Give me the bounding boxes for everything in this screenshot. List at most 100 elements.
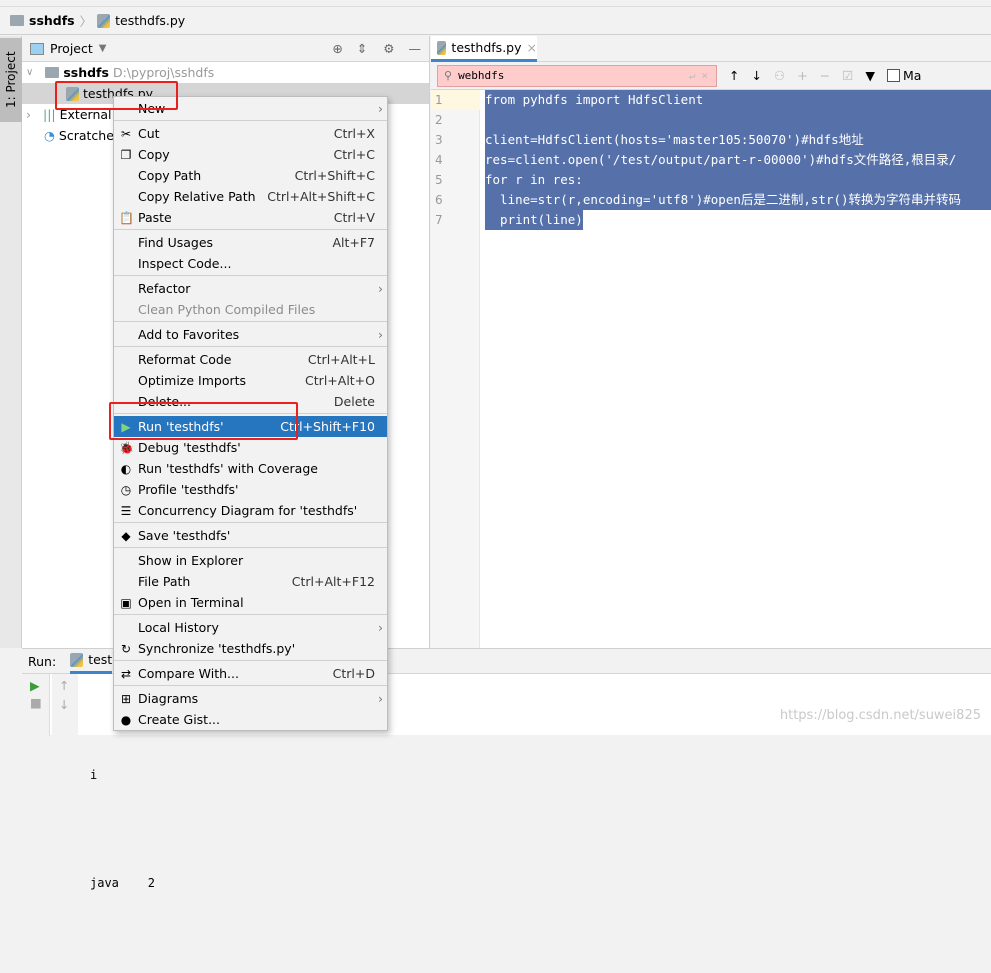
line-number: 1 — [431, 90, 480, 110]
menu-item-save-testhdfs[interactable]: ◆ Save 'testhdfs' — [114, 525, 387, 546]
project-tool-tab-label: 1: Project — [4, 51, 18, 109]
chevron-right-icon: › — [378, 327, 383, 342]
checkbox-icon[interactable] — [887, 69, 900, 82]
menu-item-label: File Path — [138, 574, 191, 589]
code-area[interactable]: from pyhdfs import HdfsClient client=Hdf… — [485, 90, 991, 230]
menu-item-label: Copy Relative Path — [138, 189, 256, 204]
menu-item-optimize-imports[interactable]: Optimize Imports Ctrl+Alt+O — [114, 370, 387, 391]
menu-item-concurrency-diagram-for-testhdfs[interactable]: ☰ Concurrency Diagram for 'testhdfs' — [114, 500, 387, 521]
run-tab[interactable]: test — [70, 649, 113, 674]
search-icon[interactable]: ⚲ — [444, 69, 452, 82]
menu-item-label: Debug 'testhdfs' — [138, 440, 241, 455]
search-input[interactable]: ⚲ webhdfs ↵ × — [437, 64, 717, 87]
code-line[interactable] — [485, 110, 991, 130]
root-path: D:\pyproj\sshdfs — [112, 65, 215, 80]
tab-label: testhdfs.py — [451, 40, 522, 55]
gear-icon[interactable]: ⚙ — [383, 41, 394, 56]
locate-icon[interactable]: ⊕ — [332, 41, 342, 56]
code-line[interactable]: for r in res: — [485, 170, 991, 190]
watermark: https://blog.csdn.net/suwei825 — [779, 708, 981, 723]
menu-item-shortcut: Ctrl+C — [333, 147, 375, 162]
select-all-occurrences-icon[interactable]: ☑ — [842, 68, 853, 83]
find-all-icon[interactable]: ⚇ — [774, 68, 785, 83]
menu-item-open-in-terminal[interactable]: ▣ Open in Terminal — [114, 592, 387, 613]
menu-item-label: Diagrams — [138, 691, 199, 706]
menu-item-local-history[interactable]: Local History › — [114, 617, 387, 638]
project-panel-header: Project ▼ ⊕ ⇕ ⚙ — — [22, 36, 429, 62]
chevron-down-icon[interactable]: ▼ — [99, 43, 107, 54]
cut-icon: ✂ — [120, 127, 132, 141]
menu-item-label: Profile 'testhdfs' — [138, 482, 239, 497]
stop-icon[interactable]: ■ — [22, 693, 49, 710]
previous-occurrence-icon[interactable]: ↑ — [729, 68, 739, 83]
python-icon: ◆ — [121, 529, 131, 543]
search-value: webhdfs — [458, 69, 505, 82]
menu-item-copy[interactable]: ❐ Copy Ctrl+C — [114, 144, 387, 165]
add-selection-icon[interactable]: + — [797, 68, 807, 83]
minimize-icon[interactable]: — — [409, 41, 422, 56]
menu-item-label: Show in Explorer — [138, 553, 244, 568]
menu-item-paste[interactable]: 📋 Paste Ctrl+V — [114, 207, 387, 228]
code-line[interactable]: line=str(r,encoding='utf8')#open后是二进制,st… — [485, 190, 991, 210]
breadcrumb-project[interactable]: sshdfs — [29, 13, 75, 28]
menu-item-label: Create Gist... — [138, 712, 221, 727]
menu-item-label: Find Usages — [138, 235, 214, 250]
collapse-all-icon[interactable]: ⇕ — [357, 41, 367, 56]
clear-icon[interactable]: × — [701, 69, 708, 82]
menu-item-reformat-code[interactable]: Reformat Code Ctrl+Alt+L — [114, 349, 387, 370]
newline-icon[interactable]: ↵ — [689, 69, 696, 82]
coverage-icon: ◐ — [120, 462, 132, 476]
code-line[interactable]: print(line) — [485, 210, 583, 230]
code-line[interactable]: from pyhdfs import HdfsClient — [485, 90, 991, 110]
menu-item-label: Concurrency Diagram for 'testhdfs' — [138, 503, 358, 518]
filter-icon[interactable]: ▼ — [865, 68, 875, 83]
menu-item-compare-with[interactable]: ⇄ Compare With... Ctrl+D — [114, 663, 387, 684]
code-line[interactable]: client=HdfsClient(hosts='master105:50070… — [485, 130, 991, 150]
run-label: Run: — [28, 653, 57, 669]
menu-item-copy-path[interactable]: Copy Path Ctrl+Shift+C — [114, 165, 387, 186]
menu-item-profile-testhdfs[interactable]: ◷ Profile 'testhdfs' — [114, 479, 387, 500]
remove-selection-icon[interactable]: − — [820, 68, 830, 83]
sync-icon: ↻ — [120, 642, 132, 656]
run-icon[interactable]: ▶ — [22, 674, 49, 693]
menu-item-label: Clean Python Compiled Files — [138, 302, 316, 317]
menu-item-refactor[interactable]: Refactor › — [114, 278, 387, 299]
chevron-right-icon: 〉 — [79, 14, 93, 29]
down-icon[interactable]: ↓ — [52, 693, 78, 712]
breadcrumb-file[interactable]: testhdfs.py — [115, 13, 185, 28]
menu-item-run-testhdfs-with-coverage[interactable]: ◐ Run 'testhdfs' with Coverage — [114, 458, 387, 479]
code-line[interactable]: res=client.open('/test/output/part-r-000… — [485, 150, 991, 170]
menu-item-shortcut: Ctrl+Alt+F12 — [291, 574, 375, 589]
chevron-right-icon: › — [378, 281, 383, 296]
menu-item-file-path[interactable]: File Path Ctrl+Alt+F12 — [114, 571, 387, 592]
chevron-right-icon[interactable]: › — [26, 107, 31, 122]
menu-item-clean-python-compiled-files[interactable]: Clean Python Compiled Files — [114, 299, 387, 320]
menu-item-label: Optimize Imports — [138, 373, 247, 388]
menu-item-cut[interactable]: ✂ Cut Ctrl+X — [114, 123, 387, 144]
menu-item-show-in-explorer[interactable]: Show in Explorer — [114, 550, 387, 571]
next-occurrence-icon[interactable]: ↓ — [751, 68, 761, 83]
match-case-label: Ma — [903, 68, 922, 83]
menu-item-synchronize-testhdfs-py[interactable]: ↻ Synchronize 'testhdfs.py' — [114, 638, 387, 659]
menu-item-create-gist[interactable]: ● Create Gist... — [114, 709, 387, 730]
up-icon[interactable]: ↑ — [52, 674, 78, 693]
project-tool-tab[interactable]: 1: Project — [0, 38, 22, 122]
tab-testhdfs[interactable]: testhdfs.py × — [431, 36, 537, 62]
tree-item-root[interactable]: ∨ sshdfs D:\pyproj\sshdfs — [22, 62, 429, 83]
menu-item-copy-relative-path[interactable]: Copy Relative Path Ctrl+Alt+Shift+C — [114, 186, 387, 207]
diagrams-icon: ⊞ — [120, 692, 132, 706]
menu-item-add-to-favorites[interactable]: Add to Favorites › — [114, 324, 387, 345]
editor-tab-bar: testhdfs.py × — [431, 36, 991, 62]
menu-item-label: Save 'testhdfs' — [138, 528, 231, 543]
menu-item-diagrams[interactable]: ⊞ Diagrams › — [114, 688, 387, 709]
library-icon: ||| — [43, 107, 56, 122]
menu-item-debug-testhdfs[interactable]: 🐞 Debug 'testhdfs' — [114, 437, 387, 458]
terminal-icon: ▣ — [120, 596, 132, 610]
match-case-checkbox[interactable]: Ma — [887, 68, 921, 83]
menu-item-inspect-code[interactable]: Inspect Code... — [114, 253, 387, 274]
menu-item-find-usages[interactable]: Find Usages Alt+F7 — [114, 232, 387, 253]
close-icon[interactable]: × — [527, 40, 537, 55]
project-view-selector[interactable]: Project — [50, 41, 93, 56]
menu-item-label: Run 'testhdfs' with Coverage — [138, 461, 318, 476]
chevron-down-icon[interactable]: ∨ — [26, 67, 33, 78]
